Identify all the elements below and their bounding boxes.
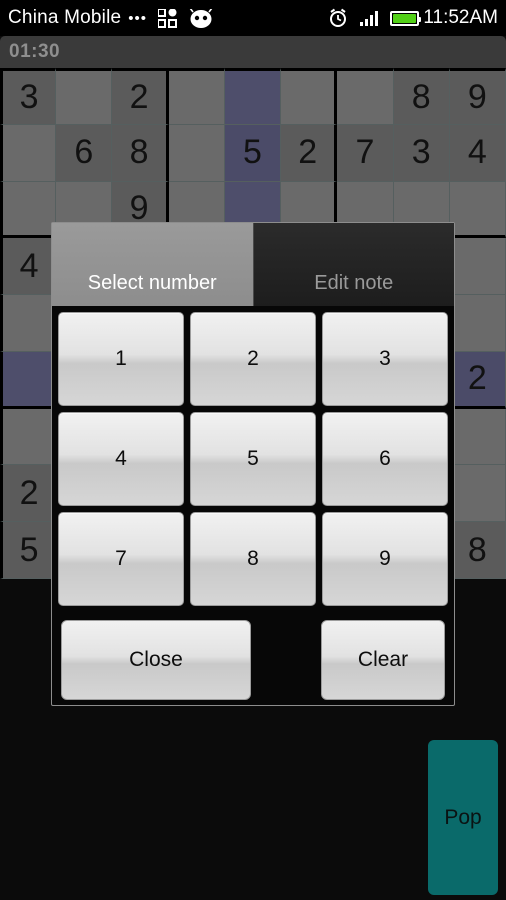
- sudoku-cell-r2c1[interactable]: [0, 124, 57, 182]
- clock-label: 11:52AM: [423, 7, 498, 28]
- sudoku-cell-r3c1[interactable]: [0, 181, 57, 239]
- sudoku-cell-r1c5[interactable]: [224, 68, 282, 125]
- close-button[interactable]: Close: [61, 620, 251, 700]
- sudoku-cell-r9c1[interactable]: 5: [0, 522, 57, 579]
- sudoku-cell-r2c4[interactable]: [168, 124, 225, 182]
- sudoku-cell-r1c4[interactable]: [168, 68, 225, 125]
- dialog-tabs: Select number Edit note: [52, 223, 454, 306]
- sudoku-cell-r2c2[interactable]: 6: [56, 124, 113, 182]
- tab-edit-note-label: Edit note: [314, 272, 394, 294]
- number-picker-dialog: Select number Edit note 123 456 789 Close …: [51, 222, 455, 706]
- elapsed-time-label: 01:30: [9, 41, 61, 62]
- sudoku-cell-r2c8[interactable]: 3: [393, 124, 450, 182]
- sudoku-cell-r5c9[interactable]: [449, 295, 506, 352]
- sudoku-cell-r4c1[interactable]: 4: [0, 238, 57, 296]
- battery-icon: [390, 10, 422, 26]
- signal-bars-icon: [360, 10, 380, 26]
- sudoku-cell-r2c5[interactable]: 5: [224, 124, 282, 182]
- dialog-footer: Close Clear: [52, 606, 454, 700]
- number-button-4[interactable]: 4: [58, 412, 184, 506]
- tab-select-number-label: Select number: [87, 272, 217, 294]
- carrier-dots: •••: [128, 9, 148, 27]
- number-button-6[interactable]: 6: [322, 412, 448, 506]
- sudoku-cell-r6c9[interactable]: 2: [449, 351, 506, 409]
- alarm-clock-icon: [328, 8, 348, 28]
- number-button-2[interactable]: 2: [190, 312, 316, 406]
- sudoku-cell-r1c8[interactable]: 8: [393, 68, 450, 125]
- sudoku-cell-r1c3[interactable]: 2: [112, 68, 169, 125]
- sudoku-cell-r2c3[interactable]: 8: [112, 124, 169, 182]
- number-button-3[interactable]: 3: [322, 312, 448, 406]
- tab-select-number[interactable]: Select number: [52, 223, 254, 306]
- sudoku-cell-r6c1[interactable]: [0, 351, 57, 409]
- number-button-7[interactable]: 7: [58, 512, 184, 606]
- android-robot-icon: [188, 8, 214, 28]
- status-bar: China Mobile ••• 11:52AM: [0, 0, 506, 36]
- apps-grid-icon: [158, 8, 178, 28]
- number-button-1[interactable]: 1: [58, 312, 184, 406]
- status-bar-right: 11:52AM: [317, 7, 498, 29]
- sudoku-cell-r1c1[interactable]: 3: [0, 68, 57, 125]
- sudoku-cell-r7c9[interactable]: [449, 408, 506, 466]
- app-screen: China Mobile ••• 11:52AM 01:30 3 2 8 9 6…: [0, 0, 506, 900]
- number-keypad: 123 456 789: [52, 306, 454, 606]
- clear-button[interactable]: Clear: [321, 620, 445, 700]
- sudoku-cell-r9c9[interactable]: 8: [449, 522, 506, 579]
- sudoku-cell-r2c9[interactable]: 4: [449, 124, 506, 182]
- timer-bar: 01:30: [0, 36, 506, 68]
- tab-edit-note[interactable]: Edit note: [253, 223, 454, 306]
- sudoku-cell-r2c6[interactable]: 2: [281, 124, 338, 182]
- sudoku-cell-r5c1[interactable]: [0, 295, 57, 352]
- sudoku-cell-r4c9[interactable]: [449, 238, 506, 296]
- close-button-label: Close: [129, 648, 183, 671]
- sudoku-cell-r1c2[interactable]: [56, 68, 113, 125]
- sudoku-cell-r7c1[interactable]: [0, 408, 57, 466]
- sudoku-cell-r8c9[interactable]: [449, 465, 506, 523]
- number-button-9[interactable]: 9: [322, 512, 448, 606]
- sudoku-cell-r3c9[interactable]: [449, 181, 506, 239]
- number-button-5[interactable]: 5: [190, 412, 316, 506]
- carrier-label: China Mobile: [8, 7, 122, 28]
- clear-button-label: Clear: [357, 648, 409, 671]
- sudoku-cell-r8c1[interactable]: 2: [0, 465, 57, 523]
- number-button-8[interactable]: 8: [190, 512, 316, 606]
- pop-button-label: Pop: [444, 805, 482, 829]
- sudoku-cell-r1c7[interactable]: [337, 68, 394, 125]
- sudoku-cell-r1c9[interactable]: 9: [449, 68, 506, 125]
- pop-button[interactable]: Pop: [428, 740, 498, 895]
- sudoku-cell-r1c6[interactable]: [281, 68, 338, 125]
- sudoku-cell-r2c7[interactable]: 7: [337, 124, 394, 182]
